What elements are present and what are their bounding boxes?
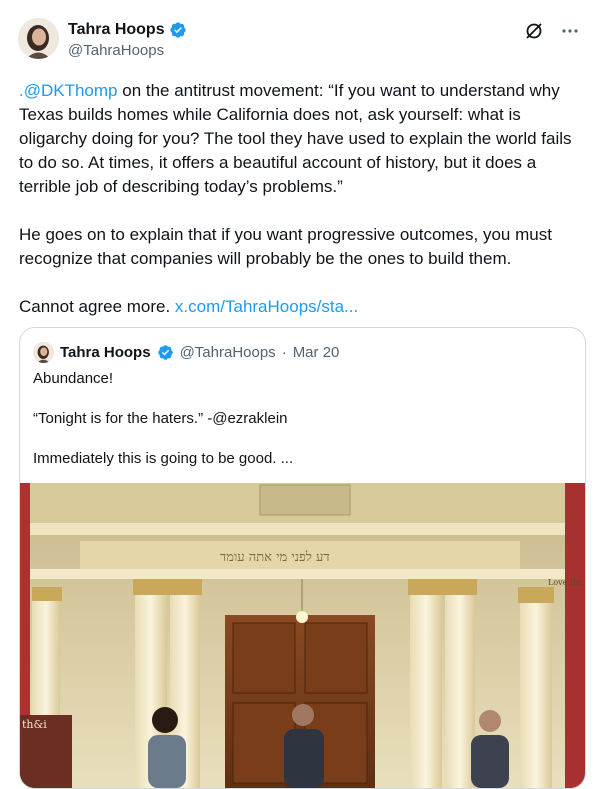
quoted-line-2: “Tonight is for the haters.” -@ezraklein	[33, 410, 288, 427]
mention-link[interactable]: .@DKThomp	[19, 81, 118, 100]
quoted-author-handle: @TahraHoops	[179, 344, 276, 361]
quoted-tweet[interactable]: Tahra Hoops @TahraHoops · Mar 20 Abundan…	[19, 327, 586, 789]
quoted-author-avatar	[33, 342, 54, 363]
more-icon[interactable]	[559, 20, 581, 42]
quoted-line-3: Immediately this is going to be good. ..…	[33, 450, 294, 467]
author-name[interactable]: Tahra Hoops	[68, 21, 187, 39]
quoted-tweet-text: Abundance! “Tonight is for the haters.” …	[33, 369, 573, 489]
date-separator: ·	[281, 344, 287, 361]
author-name-text[interactable]: Tahra Hoops	[68, 21, 165, 39]
quoted-line-1: Abundance!	[33, 370, 114, 387]
side-text: Love the s	[548, 578, 585, 587]
tweet-top-actions	[523, 20, 581, 42]
podium-sign-text: th&i	[22, 718, 47, 731]
quoted-tweet-image[interactable]: דע לפני מי אתה עומד Love the th&i	[20, 483, 585, 788]
quoted-author-name: Tahra Hoops	[60, 344, 151, 361]
tweet-text: .@DKThomp on the antitrust movement: “If…	[19, 79, 587, 343]
banner-text: דע לפני מי אתה עומד	[220, 550, 330, 565]
author-avatar[interactable]	[18, 18, 59, 59]
paragraph-3-text: Cannot agree more.	[19, 297, 175, 316]
tweet-paragraph-3: Cannot agree more. x.com/TahraHoops/sta.…	[19, 295, 587, 319]
verified-badge-icon	[157, 345, 173, 360]
grok-icon[interactable]	[523, 20, 545, 42]
author-handle[interactable]: @TahraHoops	[68, 42, 164, 59]
tweet-paragraph-1: .@DKThomp on the antitrust movement: “If…	[19, 79, 587, 199]
quoted-tweet-header: Tahra Hoops @TahraHoops · Mar 20	[33, 342, 339, 363]
quoted-tweet-date: Mar 20	[292, 344, 340, 361]
tweet-paragraph-2: He goes on to explain that if you want p…	[19, 225, 552, 268]
stage-photo: דע לפני מי אתה עומד Love the th&i	[20, 483, 585, 788]
quoted-tweet-link[interactable]: x.com/TahraHoops/sta...	[175, 297, 358, 316]
verified-badge-icon	[169, 22, 186, 38]
